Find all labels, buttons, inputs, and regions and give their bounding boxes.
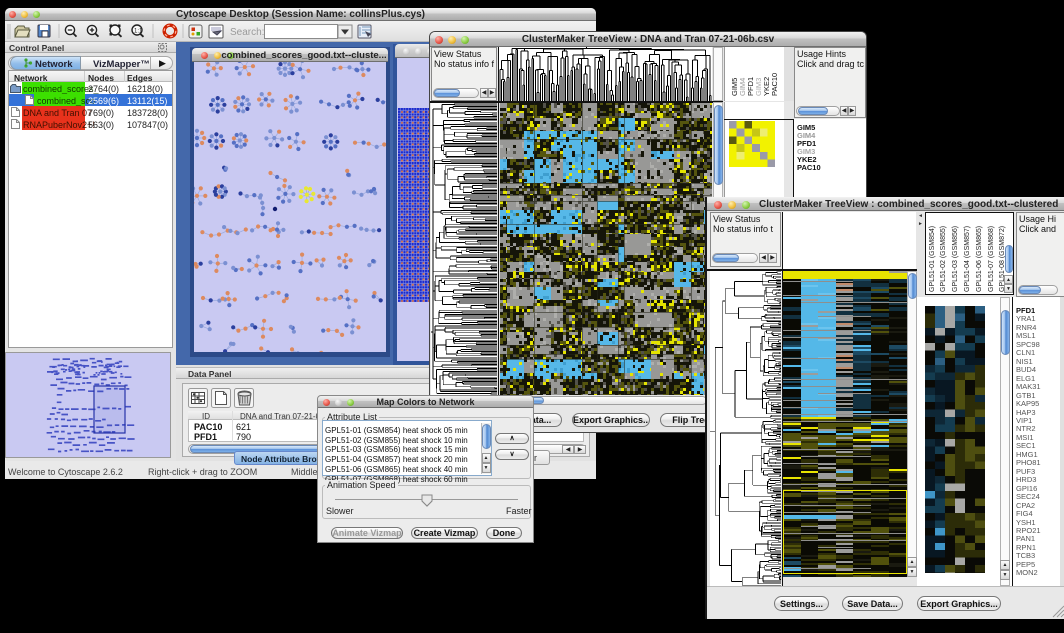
- svg-text:Search:: Search:: [230, 27, 264, 38]
- svg-text:1:1: 1:1: [134, 29, 143, 35]
